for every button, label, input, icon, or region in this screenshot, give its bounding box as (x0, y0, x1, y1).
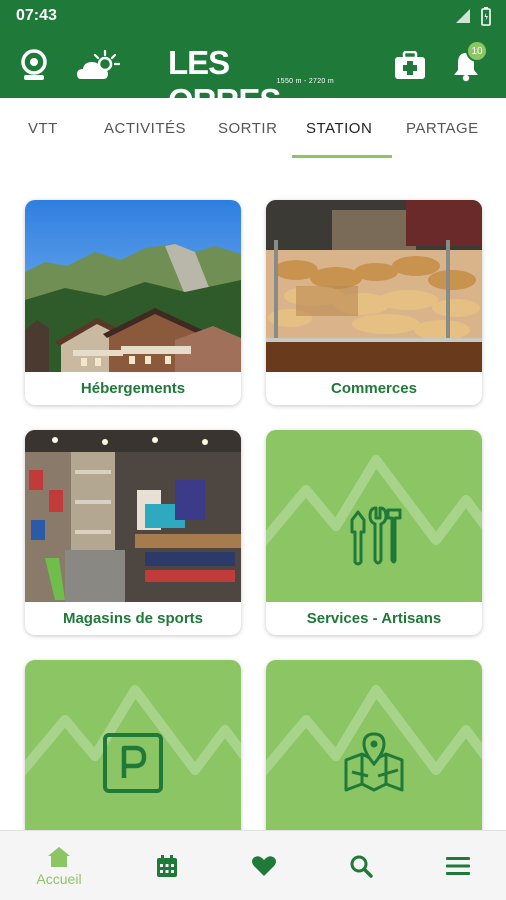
tab-sortir[interactable]: SORTIR (218, 120, 277, 137)
first-aid-kit-icon[interactable] (390, 46, 430, 86)
tab-vtt[interactable]: VTT (28, 120, 58, 137)
map-icon (344, 732, 404, 792)
card-background (25, 660, 241, 832)
status-icons (454, 6, 492, 26)
nav-search[interactable] (321, 831, 401, 900)
search-icon (350, 855, 373, 878)
category-tabs: VTT ACTIVITÉS SORTIR STATION PARTAGE (0, 98, 506, 160)
webcam-icon[interactable] (14, 46, 54, 86)
weather-icon[interactable] (74, 46, 122, 86)
tab-station[interactable]: STATION (306, 120, 372, 137)
card-label: Commerces (331, 380, 417, 397)
card-label: Services - Artisans (306, 610, 442, 627)
card-magasins-de-sports[interactable]: Magasins de sports (25, 430, 241, 635)
tab-activites[interactable]: ACTIVITÉS (104, 120, 186, 137)
notification-badge: 10 (466, 40, 488, 62)
mountain-chalets-photo (25, 200, 241, 372)
card-label: Magasins de sports (62, 610, 204, 627)
active-tab-indicator (292, 155, 392, 158)
card-background (266, 430, 482, 602)
tools-icon (350, 506, 402, 566)
logo-subtitle: 1550 m - 2720 m (276, 78, 334, 85)
battery-icon (481, 7, 491, 26)
heart-icon (252, 856, 276, 876)
signal-icon (456, 9, 470, 23)
bakery-photo (266, 200, 482, 372)
card-commerces[interactable]: Commerces (266, 200, 482, 405)
status-bar: 07:43 (0, 0, 506, 32)
nav-label: Accueil (36, 871, 82, 887)
status-time: 07:43 (16, 7, 57, 24)
card-hebergements[interactable]: Hébergements (25, 200, 241, 405)
logo: LES ORRES 1550 m - 2720 m (168, 42, 340, 119)
notification-bell-icon[interactable]: 10 (446, 40, 488, 86)
nav-calendar[interactable] (127, 831, 207, 900)
nav-home[interactable]: Accueil (19, 831, 99, 900)
menu-icon (446, 857, 470, 875)
bottom-navigation: Accueil (0, 830, 506, 900)
nav-menu[interactable] (418, 831, 498, 900)
tab-partage[interactable]: PARTAGE (406, 120, 479, 137)
card-grid: Hébergements Commerces Magasins de sport… (0, 160, 506, 865)
parking-icon (103, 733, 163, 793)
card-label: Hébergements (80, 380, 186, 397)
sports-shop-photo (25, 430, 241, 602)
nav-favorites[interactable] (224, 831, 304, 900)
card-background (266, 660, 482, 832)
calendar-icon (157, 855, 177, 877)
home-icon (48, 847, 70, 867)
app-header: LES ORRES 1550 m - 2720 m 10 (0, 32, 506, 119)
card-services-artisans[interactable]: Services - Artisans (266, 430, 482, 635)
